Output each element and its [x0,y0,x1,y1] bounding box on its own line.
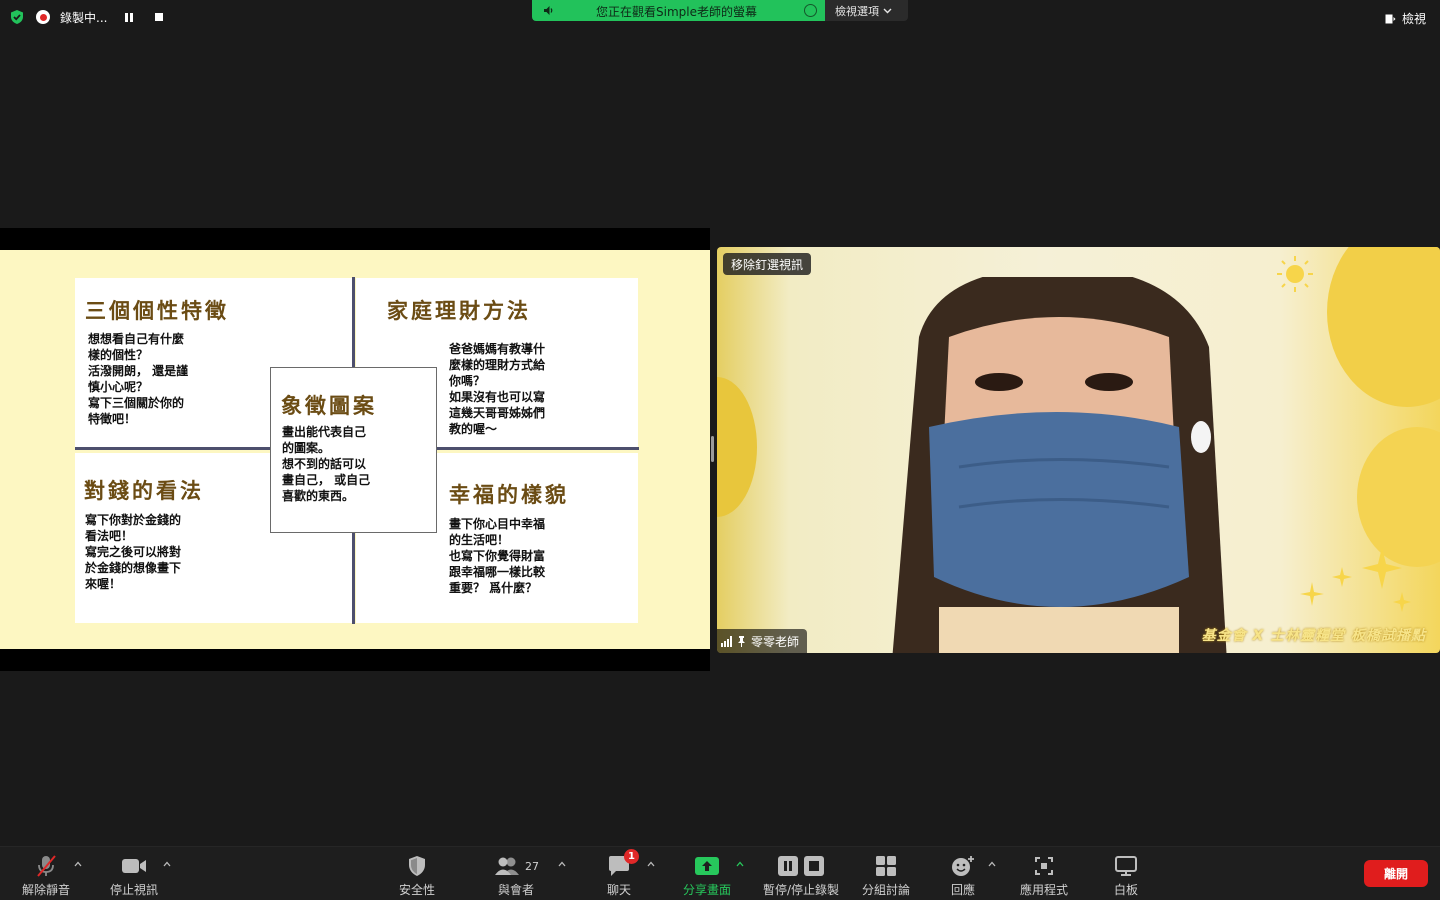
panel-title: 三個個性特徵 [85,298,229,323]
chat-button[interactable]: 1 聊天 [574,849,664,898]
panel-body: 畫下你心目中幸福 的生活吧！ 也寫下你覺得財富 跟幸福哪一樣比較 重要？ 爲什麼… [449,517,546,595]
video-watermark: 基金會 X 士林靈糧堂 板橋試播點 [1201,628,1426,644]
security-shield-icon[interactable] [9,9,25,25]
leave-meeting-button[interactable]: 離開 [1364,860,1428,887]
panel-title: 幸福的樣貌 [449,482,569,507]
share-screen-icon [695,857,719,875]
share-options-chevron-icon[interactable] [736,861,744,867]
shield-icon [409,856,425,876]
split-resize-handle[interactable] [711,436,714,462]
reactions-button[interactable]: 回應 [918,853,1008,898]
apps-label: 應用程式 [1019,883,1068,897]
stop-recording-button[interactable] [151,9,167,25]
reactions-options-chevron-icon[interactable] [988,861,996,867]
pin-icon [738,635,745,647]
meeting-toolbar: 解除靜音 停止視訊 安全性 27 與會者 1 聊天 分享畫面 暫停/停止錄製 分… [0,846,1440,900]
sun-icon [1277,256,1313,292]
whiteboard-label: 白板 [1113,883,1138,897]
chat-unread-badge: 1 [624,849,639,864]
chevron-down-icon [883,8,892,13]
recording-dot-icon [36,10,50,24]
video-camera-icon [122,859,146,873]
stop-icon [155,13,164,21]
security-button[interactable]: 安全性 [372,853,462,898]
security-label: 安全性 [398,883,435,897]
share-screen-button[interactable]: 分享畫面 [662,853,752,898]
sparkle-icon [1300,547,1411,612]
panel-symbol: 象徵圖案 畫出能代表自己 的圖案。 想不到的話可以 畫自己， 或自己 喜歡的東西… [270,367,437,533]
chat-label: 聊天 [606,883,631,897]
recording-indicator: 錄製中... [36,5,167,29]
participants-icon [495,857,519,875]
audio-options-chevron-icon[interactable] [74,861,82,867]
participants-button[interactable]: 27 與會者 [471,853,561,898]
share-screen-label: 分享畫面 [682,883,731,897]
stop-sharing-view-icon[interactable] [804,4,817,17]
unpin-video-button[interactable]: 移除釘選視訊 [723,253,812,275]
panel-body: 寫下你對於金錢的 看法吧！ 寫完之後可以將對 於金錢的想像畫下 來喔！ [85,513,182,591]
participant-name: 零零老師 [751,634,800,649]
apps-button[interactable]: 應用程式 [999,853,1089,898]
connection-signal-icon [721,635,732,647]
panel-title: 家庭理財方法 [387,298,531,323]
breakout-rooms-label: 分組討論 [861,883,910,897]
view-label: 檢視 [1401,12,1426,26]
unmute-label: 解除靜音 [21,883,70,897]
panel-body: 畫出能代表自己 的圖案。 想不到的話可以 畫自己， 或自己 喜歡的東西。 [282,425,371,503]
background-shape [717,377,757,517]
worksheet-slide: 三個個性特徵 想想看自己有什麼 樣的個性？ 活潑開朗， 還是謹 慎小心呢？ 寫下… [0,250,710,649]
panel-body: 想想看自己有什麼 樣的個性？ 活潑開朗， 還是謹 慎小心呢？ 寫下三個關於你的 … [88,332,189,426]
banner-text: 您正在觀看Simple老師的螢幕 [596,5,757,19]
pause-stop-recording-button[interactable]: 暫停/停止錄製 [756,853,846,898]
reaction-emoji-icon [952,856,974,876]
participant-video-feed [892,277,1227,653]
viewing-share-notice: 您正在觀看Simple老師的螢幕 [532,0,825,21]
pause-stop-recording-icon [778,856,824,876]
unmute-button[interactable]: 解除靜音 [1,853,91,898]
muted-mic-icon [37,855,56,877]
view-options-label: 檢視選項 [835,4,879,18]
shared-screen: 三個個性特徵 想想看自己有什麼 樣的個性？ 活潑開朗， 還是謹 慎小心呢？ 寫下… [0,228,710,671]
whiteboard-button[interactable]: 白板 [1081,853,1171,898]
panel-title: 對錢的看法 [84,478,204,503]
panel-body: 爸爸媽媽有教導什 麼樣的理財方式給 你嗎？ 如果沒有也可以寫 這幾天哥哥姊姊們 … [449,342,546,436]
reactions-label: 回應 [950,883,975,897]
pinned-video-tile[interactable]: 移除釘選視訊 零零老師 基金會 X 士林靈糧堂 板橋試播點 [717,247,1440,653]
top-bar: 錄製中... 您正在觀看Simple老師的螢幕 檢視選項 檢視 [0,0,1440,34]
view-options-button[interactable]: 檢視選項 [825,0,908,21]
chat-options-chevron-icon[interactable] [647,861,655,867]
participant-name-tag: 零零老師 [717,629,808,653]
participant-count: 27 [525,859,539,873]
background-shape [1327,247,1440,407]
participants-label: 與會者 [497,883,534,897]
pause-stop-recording-label: 暫停/停止錄製 [762,883,840,897]
apps-icon [1035,857,1053,875]
recording-label: 錄製中... [60,10,108,25]
panel-title: 象徵圖案 [281,393,377,418]
video-options-chevron-icon[interactable] [163,861,171,867]
speaker-icon [544,6,553,15]
view-button[interactable]: 檢視 [1385,10,1426,27]
participants-options-chevron-icon[interactable] [558,861,566,867]
pause-recording-button[interactable] [121,9,137,25]
pause-icon [125,12,134,22]
breakout-rooms-icon [876,856,896,876]
stop-video-button[interactable]: 停止視訊 [89,853,179,898]
stop-video-label: 停止視訊 [109,883,158,897]
screen-share-banner: 您正在觀看Simple老師的螢幕 檢視選項 [532,0,908,21]
view-layout-icon [1385,14,1396,23]
whiteboard-icon [1115,856,1137,876]
